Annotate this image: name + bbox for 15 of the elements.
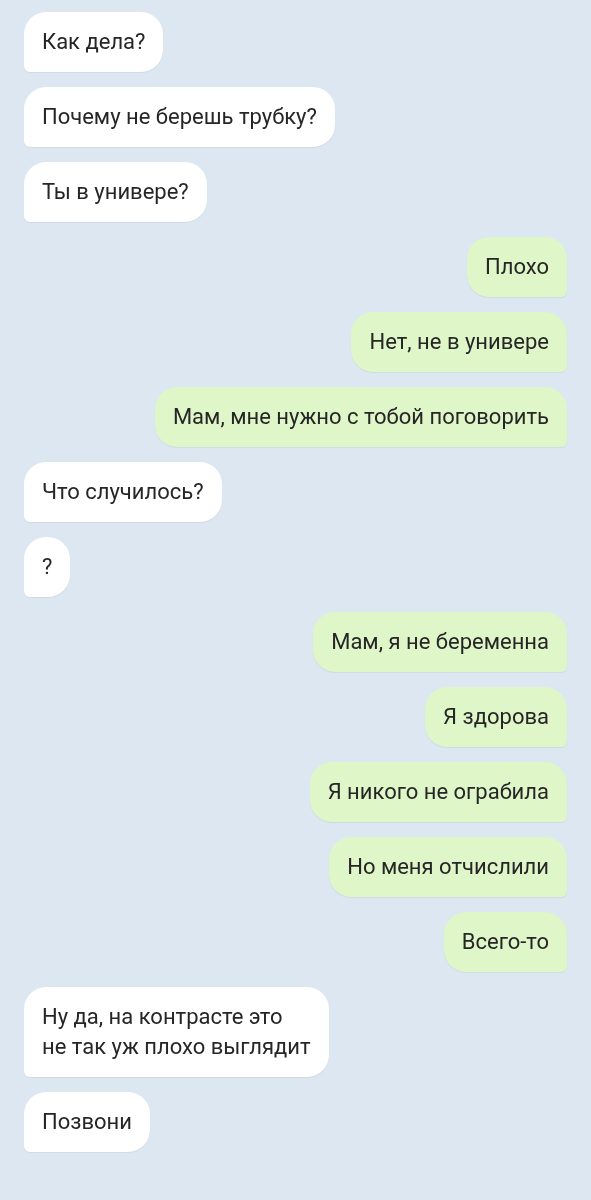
incoming-message: ? — [24, 537, 71, 597]
outgoing-message: Плохо — [467, 237, 567, 297]
outgoing-message: Я никого не ограбила — [309, 762, 567, 822]
incoming-message: Ну да, на контрасте это не так уж плохо выглядит — [24, 987, 329, 1077]
outgoing-message: Всего-то — [443, 912, 567, 972]
incoming-message: Позвони — [24, 1092, 150, 1152]
outgoing-message: Я здорова — [425, 687, 567, 747]
outgoing-message: Но меня отчислили — [329, 837, 567, 897]
outgoing-message: Мам, я не беременна — [313, 612, 567, 672]
incoming-message: Ты в универе? — [24, 162, 207, 222]
incoming-message: Что случилось? — [24, 462, 222, 522]
incoming-message: Как дела? — [24, 12, 164, 72]
incoming-message: Почему не берешь трубку? — [24, 87, 335, 147]
outgoing-message: Мам, мне нужно с тобой поговорить — [154, 387, 567, 447]
outgoing-message: Нет, не в универе — [351, 312, 567, 372]
